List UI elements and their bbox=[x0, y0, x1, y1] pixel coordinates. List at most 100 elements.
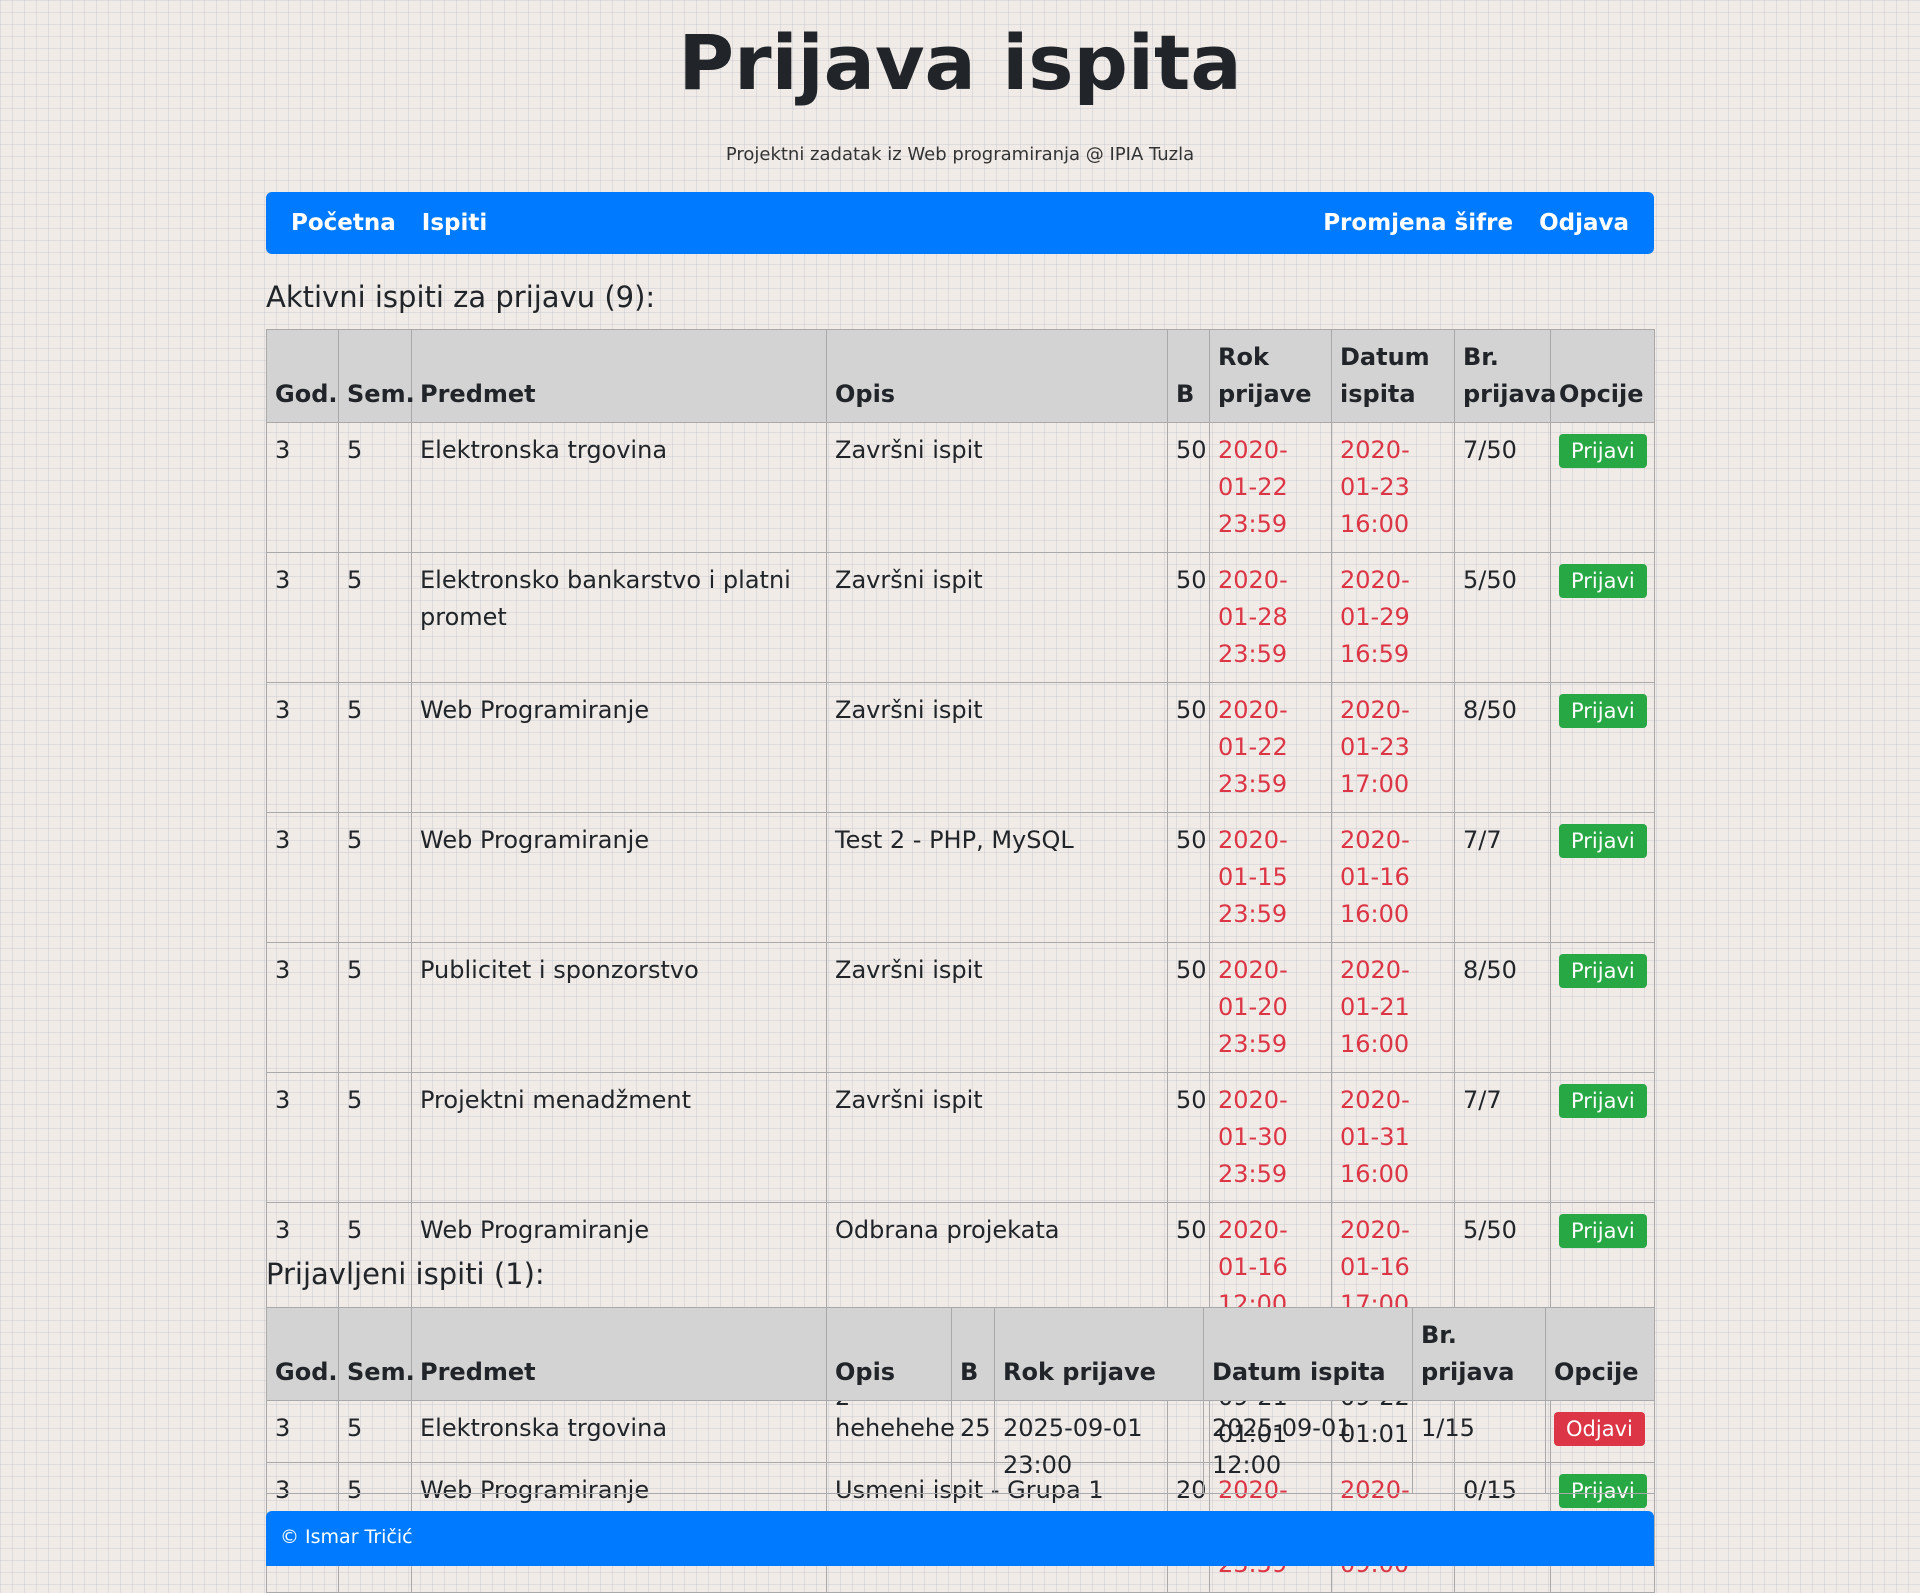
prijavi-button[interactable]: Prijavi bbox=[1559, 694, 1647, 728]
prijavi-button[interactable]: Prijavi bbox=[1559, 824, 1647, 858]
cell-datum-ispita: 2020-01-29 16:59 bbox=[1331, 552, 1455, 683]
page-subtitle: Projektni zadatak iz Web programiranja @… bbox=[725, 144, 1195, 165]
cell-opcije: Prijavi bbox=[1550, 422, 1655, 553]
active-exams-title: Aktivni ispiti za prijavu (9): bbox=[266, 280, 656, 314]
cell-datum-ispita: 2020-01-23 17:00 bbox=[1331, 682, 1455, 813]
cell-br-prijava: 7/7 bbox=[1454, 1072, 1551, 1203]
cell-god: 3 bbox=[266, 552, 339, 683]
cell-b: 50 bbox=[1167, 422, 1210, 553]
odjavi-button[interactable]: Odjavi bbox=[1554, 1412, 1645, 1446]
col-header-opis: Opis bbox=[826, 329, 1168, 423]
registered-exams-body: 3 5 Elektronska trgovina hehehehe 25 2025-09-… bbox=[266, 1400, 1655, 1494]
cell-rok-prijave: 2020-01-15 23:59 bbox=[1209, 812, 1332, 943]
cell-br-prijava: 8/50 bbox=[1454, 682, 1551, 813]
prijavi-button[interactable]: Prijavi bbox=[1559, 1214, 1647, 1248]
cell-opis: Završni ispit bbox=[826, 422, 1168, 553]
cell-b: 50 bbox=[1167, 552, 1210, 683]
prijavi-button[interactable]: Prijavi bbox=[1559, 954, 1647, 988]
cell-god: 3 bbox=[266, 812, 339, 943]
cell-br-prijava: 7/7 bbox=[1454, 812, 1551, 943]
cell-opis: Završni ispit bbox=[826, 682, 1168, 813]
col-header-sem: Sem. bbox=[338, 329, 415, 423]
cell-br-prijava: 5/50 bbox=[1454, 552, 1551, 683]
col-header-datum-ispita: Datum ispita bbox=[1203, 1307, 1413, 1401]
cell-predmet: Elektronska trgovina bbox=[411, 1400, 827, 1494]
cell-b: 50 bbox=[1167, 682, 1210, 813]
col-header-predmet: Predmet bbox=[411, 1307, 827, 1401]
cell-b: 50 bbox=[1167, 942, 1210, 1073]
table-row: 3 5 Elektronska trgovina Završni ispit 50 202… bbox=[266, 422, 1655, 553]
page-title: Prijava ispita bbox=[678, 18, 1242, 107]
cell-opcije: Prijavi bbox=[1550, 552, 1655, 683]
prijavi-button[interactable]: Prijavi bbox=[1559, 1084, 1647, 1118]
cell-sem: 5 bbox=[338, 682, 412, 813]
cell-predmet: Elektronsko bankarstvo i platni promet bbox=[411, 552, 827, 683]
main-navbar: Početna Ispiti Promjena šifre Odjava bbox=[266, 192, 1654, 254]
cell-predmet: Projektni menadžment bbox=[411, 1072, 827, 1203]
col-header-rok-prijave: Rok prijave bbox=[1209, 329, 1332, 423]
col-header-br-prijava: Br. prijava bbox=[1412, 1307, 1546, 1401]
col-header-god: God. bbox=[266, 1307, 339, 1401]
col-header-predmet: Predmet bbox=[411, 329, 827, 423]
cell-opis: hehehehe bbox=[826, 1400, 955, 1494]
cell-opcije: Odjavi bbox=[1545, 1400, 1655, 1494]
cell-datum-ispita: 2025-09-01 12:00 bbox=[1203, 1400, 1413, 1494]
table-row: 3 5 Elektronsko bankarstvo i platni promet… bbox=[266, 552, 1655, 683]
cell-opcije: Prijavi bbox=[1550, 812, 1655, 943]
cell-rok-prijave: 2020-01-20 23:59 bbox=[1209, 942, 1332, 1073]
cell-b: 25 bbox=[951, 1400, 995, 1494]
nav-link-pocetna[interactable]: Početna bbox=[291, 210, 396, 236]
nav-link-promjena-sifre[interactable]: Promjena šifre bbox=[1323, 210, 1513, 236]
cell-br-prijava: 8/50 bbox=[1454, 942, 1551, 1073]
nav-right-group: Promjena šifre Odjava bbox=[1323, 210, 1629, 236]
cell-b: 50 bbox=[1167, 1072, 1210, 1203]
cell-god: 3 bbox=[266, 1400, 339, 1494]
registered-exams-table: God. Sem. Predmet Opis B Rok prijave Dat… bbox=[266, 1307, 1655, 1494]
cell-sem: 5 bbox=[338, 1400, 412, 1494]
nav-link-odjava[interactable]: Odjava bbox=[1539, 210, 1629, 236]
cell-rok-prijave: 2020-01-28 23:59 bbox=[1209, 552, 1332, 683]
col-header-b: B bbox=[1167, 329, 1210, 423]
cell-opis: Završni ispit bbox=[826, 942, 1168, 1073]
cell-datum-ispita: 2020-01-31 16:00 bbox=[1331, 1072, 1455, 1203]
cell-datum-ispita: 2020-01-21 16:00 bbox=[1331, 942, 1455, 1073]
cell-predmet: Web Programiranje bbox=[411, 682, 827, 813]
cell-predmet: Elektronska trgovina bbox=[411, 422, 827, 553]
cell-opcije: Prijavi bbox=[1550, 1072, 1655, 1203]
cell-b: 50 bbox=[1167, 812, 1210, 943]
col-header-god: God. bbox=[266, 329, 339, 423]
active-exams-header-row: God. Sem. Predmet Opis B Rok prijave Dat… bbox=[266, 329, 1655, 423]
cell-sem: 5 bbox=[338, 942, 412, 1073]
cell-rok-prijave: 2025-09-01 23:00 bbox=[994, 1400, 1204, 1494]
cell-br-prijava: 7/50 bbox=[1454, 422, 1551, 553]
col-header-opis: Opis bbox=[826, 1307, 952, 1401]
nav-left-group: Početna Ispiti bbox=[291, 210, 487, 236]
cell-rok-prijave: 2020-01-30 23:59 bbox=[1209, 1072, 1332, 1203]
prijavi-button[interactable]: Prijavi bbox=[1559, 434, 1647, 468]
col-header-opcije: Opcije bbox=[1550, 329, 1655, 423]
cell-opcije: Prijavi bbox=[1550, 942, 1655, 1073]
table-row: 3 5 Projektni menadžment Završni ispit 50 202… bbox=[266, 1072, 1655, 1203]
cell-god: 3 bbox=[266, 682, 339, 813]
cell-br-prijava: 1/15 bbox=[1412, 1400, 1546, 1494]
cell-sem: 5 bbox=[338, 812, 412, 943]
nav-link-ispiti[interactable]: Ispiti bbox=[422, 210, 487, 236]
cell-sem: 5 bbox=[338, 1072, 412, 1203]
cell-sem: 5 bbox=[338, 552, 412, 683]
registered-exams-wrapper: God. Sem. Predmet Opis B Rok prijave Dat… bbox=[266, 1307, 1655, 1494]
table-row: 3 5 Publicitet i sponzorstvo Završni ispit 5… bbox=[266, 942, 1655, 1073]
col-header-datum-ispita: Datum ispita bbox=[1331, 329, 1455, 423]
footer-copyright: © Ismar Tričić bbox=[280, 1526, 413, 1548]
table-row: 3 5 Elektronska trgovina hehehehe 25 2025-09-… bbox=[266, 1400, 1655, 1494]
cell-predmet: Web Programiranje bbox=[411, 812, 827, 943]
cell-sem: 5 bbox=[338, 422, 412, 553]
cell-god: 3 bbox=[266, 942, 339, 1073]
cell-rok-prijave: 2020-01-22 23:59 bbox=[1209, 422, 1332, 553]
cell-opis: Završni ispit bbox=[826, 552, 1168, 683]
registered-exams-title: Prijavljeni ispiti (1): bbox=[266, 1257, 545, 1291]
page-footer: © Ismar Tričić bbox=[266, 1511, 1654, 1566]
cell-datum-ispita: 2020-01-16 16:00 bbox=[1331, 812, 1455, 943]
prijavi-button[interactable]: Prijavi bbox=[1559, 564, 1647, 598]
cell-datum-ispita: 2020-01-23 16:00 bbox=[1331, 422, 1455, 553]
cell-opcije: Prijavi bbox=[1550, 682, 1655, 813]
